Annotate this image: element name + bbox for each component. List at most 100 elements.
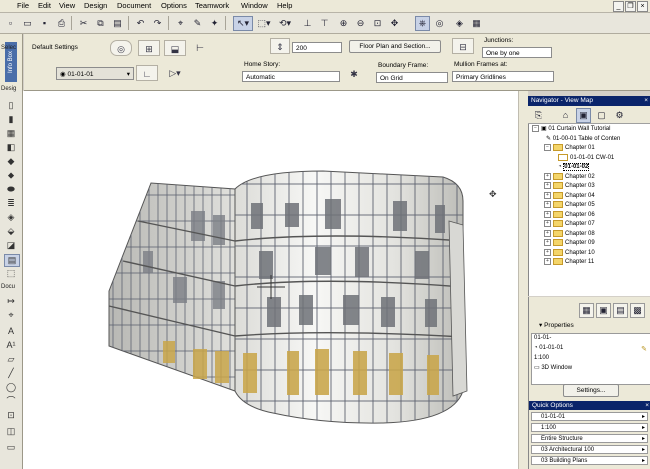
save-icon[interactable]: ▪: [37, 16, 52, 31]
pencil-icon[interactable]: ✎: [641, 345, 647, 353]
gravity-alt-icon[interactable]: ⊤: [317, 16, 332, 31]
tree-item-chapter[interactable]: + Chapter 07: [544, 220, 595, 230]
text-tool-icon[interactable]: A: [4, 326, 18, 337]
redo-icon[interactable]: ↷: [150, 16, 165, 31]
pick-up-icon[interactable]: ⌖: [173, 16, 188, 31]
3d-window-canvas[interactable]: ✥: [23, 91, 527, 469]
camera-tool-icon[interactable]: ◫: [4, 426, 18, 437]
structure-icon[interactable]: ∟: [136, 65, 158, 81]
menu-help[interactable]: Help: [277, 1, 292, 11]
tree-item-chapter[interactable]: + Chapter 02: [544, 172, 595, 183]
delete-icon[interactable]: ▩: [630, 303, 645, 318]
tree-item-toc[interactable]: ✎ 01-00-01 Table of Conten: [546, 135, 620, 145]
layers-icon[interactable]: ▦: [469, 16, 484, 31]
grid-tool-icon[interactable]: ▦: [4, 128, 18, 139]
menu-edit[interactable]: Edit: [38, 1, 51, 11]
open-folder-icon[interactable]: ▭: [20, 16, 35, 31]
wall-tool-icon[interactable]: ▯: [4, 100, 18, 111]
story-height-field[interactable]: 200: [292, 42, 342, 53]
polyline-tool-icon[interactable]: ⌒: [4, 396, 18, 407]
minimize-icon[interactable]: _: [613, 1, 624, 12]
drawing-tool-icon[interactable]: ⊡: [4, 410, 18, 421]
paste-icon[interactable]: ▤: [110, 16, 125, 31]
quick-option-structure[interactable]: Entire Structure ▸: [531, 434, 648, 443]
zoom-out-icon[interactable]: ⊖: [353, 16, 368, 31]
geometry-method-icon[interactable]: ⊞: [138, 40, 160, 56]
project-map-icon[interactable]: ⎘: [531, 108, 546, 123]
home-story-select[interactable]: Automatic: [242, 71, 340, 82]
zoom-in-icon[interactable]: ⊕: [336, 16, 351, 31]
new-view-icon[interactable]: ▦: [579, 303, 594, 318]
close-icon[interactable]: ×: [637, 1, 648, 12]
quick-option-scale[interactable]: 1:100 ▸: [531, 423, 648, 432]
menu-teamwork[interactable]: Teamwork: [195, 1, 229, 11]
quick-option-layer[interactable]: 01-01-01 ▸: [531, 412, 648, 421]
arrow-tool-icon[interactable]: ↖▾: [233, 16, 253, 31]
object-tool-icon[interactable]: ◈: [4, 212, 18, 223]
vertical-scrollbar[interactable]: [518, 91, 528, 469]
settings-dialog-icon[interactable]: ◎: [110, 40, 132, 56]
column-tool-icon[interactable]: ▮: [4, 114, 18, 125]
tree-item-chapter[interactable]: + Chapter 11: [544, 258, 594, 268]
property-scale[interactable]: 1:100: [534, 354, 549, 364]
3d-navigation-icon[interactable]: ⎈: [415, 16, 430, 31]
mesh-tool-icon[interactable]: ⬙: [4, 226, 18, 237]
print-icon[interactable]: ⎙: [54, 16, 69, 31]
slab-tool-icon[interactable]: ◆: [4, 156, 18, 167]
restore-icon[interactable]: ❐: [625, 1, 636, 12]
inject-icon[interactable]: ✦: [207, 16, 222, 31]
copy-icon[interactable]: ⧉: [93, 16, 108, 31]
zone-tool-icon[interactable]: ◪: [4, 240, 18, 251]
dimension-tool-icon[interactable]: ↦: [4, 296, 18, 307]
tree-item-chapter[interactable]: + Chapter 10: [544, 248, 595, 259]
floor-plan-section-button[interactable]: Floor Plan and Section...: [349, 40, 441, 53]
layout-book-icon[interactable]: ▢: [594, 108, 609, 123]
close-icon[interactable]: ×: [644, 96, 648, 106]
clone-folder-icon[interactable]: ▣: [596, 303, 611, 318]
fill-tool-icon[interactable]: ▱: [4, 354, 18, 365]
line-tool-icon[interactable]: ╱: [4, 368, 18, 379]
pan-icon[interactable]: ✥: [387, 16, 402, 31]
publisher-icon[interactable]: ⚙: [612, 108, 627, 123]
orbit-icon[interactable]: ◎: [432, 16, 447, 31]
curtain-wall-tool-icon[interactable]: ▤: [4, 254, 20, 267]
property-name[interactable]: 01-01-: [534, 334, 551, 344]
morph-tool-icon[interactable]: ⬚: [4, 268, 18, 279]
menu-view[interactable]: View: [59, 1, 75, 11]
tree-item-cw01[interactable]: 01-01-01 CW-01: [558, 153, 614, 164]
menu-design[interactable]: Design: [84, 1, 107, 11]
beam-tool-icon[interactable]: ◧: [4, 142, 18, 153]
tree-item-chapter[interactable]: + Chapter 03: [544, 182, 595, 192]
stair-tool-icon[interactable]: ≣: [4, 198, 18, 209]
mullion-frames-select[interactable]: Primary Gridlines: [452, 71, 554, 82]
label-tool-icon[interactable]: A¹: [4, 340, 18, 351]
settings-button[interactable]: Settings...: [563, 384, 619, 397]
tree-item-root[interactable]: − ▣ 01 Curtain Wall Tutorial: [532, 125, 610, 135]
reference-line-icon[interactable]: ⊢: [189, 40, 211, 56]
rotate-view-icon[interactable]: ⟲▾: [276, 16, 294, 31]
play-icon[interactable]: ▷▾: [164, 65, 186, 81]
property-id[interactable]: ◔ 01-01-01: [534, 344, 563, 354]
arc-tool-icon[interactable]: ◯: [4, 382, 18, 393]
tree-item-selected-view[interactable]: ◔ 01-01-02: [558, 163, 590, 173]
quick-option-pen-set[interactable]: 03 Architectural 100 ▸: [531, 445, 648, 454]
new-folder-icon[interactable]: ▤: [613, 303, 628, 318]
quick-option-model-view[interactable]: 03 Building Plans ▸: [531, 456, 648, 465]
boundary-frame-select[interactable]: On Grid: [376, 72, 448, 83]
junctions-select[interactable]: One by one: [482, 47, 552, 58]
level-dimension-icon[interactable]: ⌖: [4, 310, 18, 321]
gravity-icon[interactable]: ⊥: [300, 16, 315, 31]
tree-item-chapter[interactable]: + Chapter 04: [544, 191, 595, 202]
fit-window-icon[interactable]: ⊡: [370, 16, 385, 31]
tree-item-chapter[interactable]: + Chapter 09: [544, 239, 595, 249]
menu-options[interactable]: Options: [161, 1, 187, 11]
property-window[interactable]: ▭ 3D Window: [534, 364, 572, 374]
menu-window[interactable]: Window: [241, 1, 268, 11]
tree-item-chapter[interactable]: + Chapter 06: [544, 210, 595, 221]
close-icon[interactable]: ×: [645, 401, 649, 410]
view-map-icon[interactable]: ▣: [576, 108, 591, 123]
undo-icon[interactable]: ↶: [133, 16, 148, 31]
menu-file[interactable]: File: [17, 1, 29, 11]
new-file-icon[interactable]: ▫: [3, 16, 18, 31]
tree-item-chapter[interactable]: + Chapter 05: [544, 201, 595, 211]
